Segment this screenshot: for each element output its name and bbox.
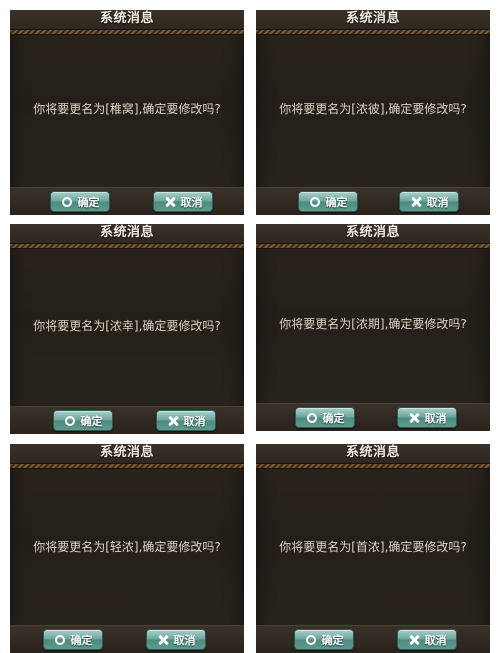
cancel-label: 取消 bbox=[424, 411, 447, 425]
cancel-button[interactable]: 取消 bbox=[156, 410, 216, 431]
cancel-label: 取消 bbox=[173, 633, 196, 647]
rope-divider bbox=[256, 29, 490, 35]
dialog-message: 你将要更名为[稚窝],确定要修改吗? bbox=[33, 102, 221, 116]
confirm-button[interactable]: 确定 bbox=[53, 410, 113, 431]
dialog-title: 系统消息 bbox=[345, 225, 400, 240]
close-icon bbox=[408, 412, 420, 424]
confirm-label: 确定 bbox=[77, 195, 100, 209]
dialog-footer: 确定 取消 bbox=[256, 187, 490, 215]
confirm-button[interactable]: 确定 bbox=[43, 629, 103, 650]
dialog-message: 你将要更名为[轻浓],确定要修改吗? bbox=[33, 540, 221, 554]
rope-divider bbox=[10, 463, 244, 469]
cancel-button[interactable]: 取消 bbox=[397, 629, 457, 650]
cancel-label: 取消 bbox=[424, 633, 447, 647]
confirm-button[interactable]: 确定 bbox=[295, 407, 355, 428]
dialog-title: 系统消息 bbox=[99, 11, 154, 26]
confirm-button[interactable]: 确定 bbox=[50, 191, 110, 212]
confirm-label: 确定 bbox=[321, 633, 344, 647]
circle-icon bbox=[64, 415, 76, 427]
rope-divider bbox=[256, 243, 490, 249]
dialog-footer: 确定 取消 bbox=[10, 625, 244, 653]
cancel-button[interactable]: 取消 bbox=[146, 629, 206, 650]
dialog-message: 你将要更名为[浓幸],确定要修改吗? bbox=[33, 319, 221, 333]
confirm-label: 确定 bbox=[325, 195, 348, 209]
close-icon bbox=[157, 634, 169, 646]
rope-divider bbox=[256, 463, 490, 469]
dialog-title: 系统消息 bbox=[99, 225, 154, 240]
confirm-label: 确定 bbox=[80, 414, 103, 428]
dialog-footer: 确定 取消 bbox=[256, 403, 490, 431]
close-icon bbox=[408, 634, 420, 646]
cancel-button[interactable]: 取消 bbox=[399, 191, 459, 212]
dialog-footer: 确定 取消 bbox=[10, 406, 244, 434]
confirm-label: 确定 bbox=[322, 411, 345, 425]
dialog-footer: 确定 取消 bbox=[10, 187, 244, 215]
circle-icon bbox=[54, 634, 66, 646]
circle-icon bbox=[305, 634, 317, 646]
rope-divider bbox=[10, 243, 244, 249]
system-message-dialog: 系统消息 你将要更名为[浓彼],确定要修改吗? 确定 取消 bbox=[256, 10, 490, 215]
dialog-title: 系统消息 bbox=[345, 445, 400, 460]
confirm-button[interactable]: 确定 bbox=[294, 629, 354, 650]
dialog-message: 你将要更名为[浓期],确定要修改吗? bbox=[279, 317, 467, 331]
close-icon bbox=[410, 196, 422, 208]
system-message-dialog: 系统消息 你将要更名为[轻浓],确定要修改吗? 确定 取消 bbox=[10, 444, 244, 653]
cancel-label: 取消 bbox=[180, 195, 203, 209]
confirm-button[interactable]: 确定 bbox=[298, 191, 358, 212]
circle-icon bbox=[309, 196, 321, 208]
cancel-button[interactable]: 取消 bbox=[153, 191, 213, 212]
system-message-dialog: 系统消息 你将要更名为[首浓],确定要修改吗? 确定 取消 bbox=[256, 444, 490, 653]
cancel-label: 取消 bbox=[183, 414, 206, 428]
cancel-label: 取消 bbox=[426, 195, 449, 209]
close-icon bbox=[167, 415, 179, 427]
rope-divider bbox=[10, 29, 244, 35]
dialog-footer: 确定 取消 bbox=[256, 625, 490, 653]
confirm-label: 确定 bbox=[70, 633, 93, 647]
system-message-dialog: 系统消息 你将要更名为[浓期],确定要修改吗? 确定 取消 bbox=[256, 224, 490, 431]
circle-icon bbox=[306, 412, 318, 424]
system-message-dialog: 系统消息 你将要更名为[稚窝],确定要修改吗? 确定 取消 bbox=[10, 10, 244, 215]
dialog-message: 你将要更名为[浓彼],确定要修改吗? bbox=[279, 102, 467, 116]
close-icon bbox=[164, 196, 176, 208]
dialog-title: 系统消息 bbox=[345, 11, 400, 26]
dialog-title: 系统消息 bbox=[99, 445, 154, 460]
dialog-message: 你将要更名为[首浓],确定要修改吗? bbox=[279, 540, 467, 554]
cancel-button[interactable]: 取消 bbox=[397, 407, 457, 428]
circle-icon bbox=[61, 196, 73, 208]
system-message-dialog: 系统消息 你将要更名为[浓幸],确定要修改吗? 确定 取消 bbox=[10, 224, 244, 434]
